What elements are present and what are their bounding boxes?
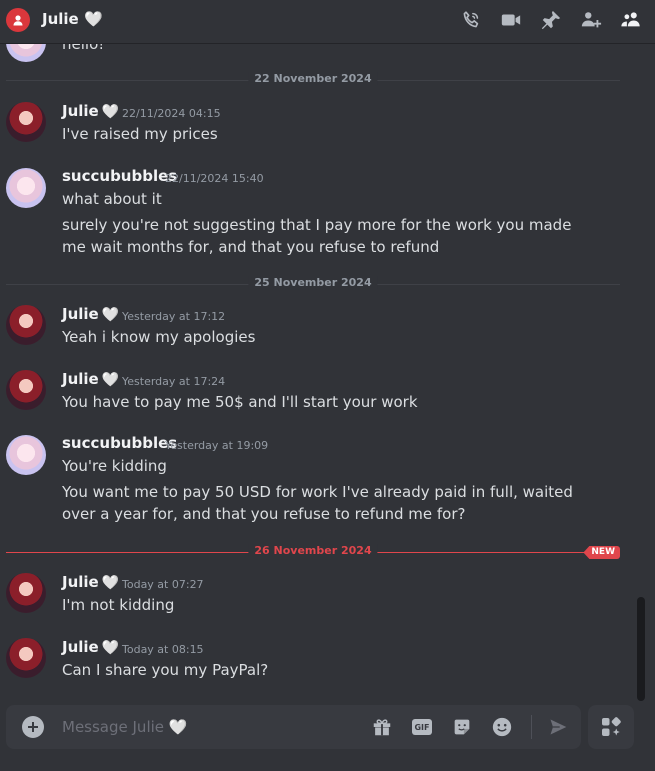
message-text: I've raised my prices xyxy=(62,125,218,143)
message-input[interactable] xyxy=(62,717,352,737)
apps-icon[interactable] xyxy=(588,705,634,749)
heart-emoji: 🤍 xyxy=(101,575,120,591)
avatar[interactable] xyxy=(6,102,46,142)
message-timestamp[interactable]: Today at 08:15 xyxy=(122,643,204,656)
message-list[interactable]: hello! 22 November 2024 Julie 🤍 22/11/202… xyxy=(0,44,634,700)
avatar[interactable] xyxy=(6,638,46,678)
start-voice-call-icon[interactable] xyxy=(459,8,483,32)
message-timestamp[interactable]: Yesterday at 17:12 xyxy=(122,310,225,323)
send-icon[interactable] xyxy=(546,715,570,739)
gift-icon[interactable] xyxy=(370,715,394,739)
date-divider: 25 November 2024 xyxy=(6,276,620,289)
message-author[interactable]: Julie 🤍 xyxy=(62,305,119,323)
add-friends-to-dm-icon[interactable] xyxy=(579,8,603,32)
date-divider-label: 22 November 2024 xyxy=(248,72,378,85)
gif-icon[interactable]: GIF xyxy=(410,715,434,739)
gif-label: GIF xyxy=(412,719,432,735)
new-badge: NEW xyxy=(583,546,620,559)
message-timestamp[interactable]: Yesterday at 17:24 xyxy=(122,375,225,388)
avatar[interactable] xyxy=(6,44,46,62)
message-composer: GIF xyxy=(6,705,581,749)
message-author[interactable]: Julie 🤍 xyxy=(62,638,119,656)
message-text: You want me to pay 50 USD for work I've … xyxy=(62,483,573,523)
avatar[interactable] xyxy=(6,305,46,345)
heart-emoji: 🤍 xyxy=(101,307,120,323)
upload-plus-icon[interactable] xyxy=(22,716,44,738)
start-video-call-icon[interactable] xyxy=(499,8,523,32)
message-timestamp[interactable]: 22/11/2024 15:40 xyxy=(165,172,264,185)
dm-header: Julie 🤍 xyxy=(0,0,655,44)
message-text: Can I share you my PayPal? xyxy=(62,661,269,679)
message-text: You're kidding xyxy=(62,457,167,475)
heart-emoji: 🤍 xyxy=(101,104,120,120)
message-timestamp[interactable]: Today at 07:27 xyxy=(122,578,204,591)
avatar[interactable] xyxy=(6,370,46,410)
message-timestamp[interactable]: Yesterday at 19:09 xyxy=(165,439,268,452)
message-author[interactable]: Julie 🤍 xyxy=(62,102,119,120)
message-author[interactable]: succububbles xyxy=(62,434,177,452)
emoji-icon[interactable] xyxy=(490,715,514,739)
date-divider-label: 25 November 2024 xyxy=(248,276,378,289)
user-profile-icon[interactable] xyxy=(619,8,643,32)
heart-emoji: 🤍 xyxy=(101,372,120,388)
pinned-messages-icon[interactable] xyxy=(539,8,563,32)
avatar[interactable] xyxy=(6,168,46,208)
message-text: You have to pay me 50$ and I'll start yo… xyxy=(62,393,418,411)
date-divider-label: 26 November 2024 xyxy=(248,544,378,557)
avatar[interactable] xyxy=(6,435,46,475)
message-author[interactable]: Julie 🤍 xyxy=(62,573,119,591)
scrollbar-thumb[interactable] xyxy=(637,597,645,701)
sticker-icon[interactable] xyxy=(450,715,474,739)
message-text: surely you're not suggesting that I pay … xyxy=(62,216,572,256)
avatar[interactable] xyxy=(6,573,46,613)
dm-user-icon[interactable] xyxy=(6,8,30,32)
message-author[interactable]: Julie 🤍 xyxy=(62,370,119,388)
message-text: Yeah i know my apologies xyxy=(62,328,256,346)
message-text: I'm not kidding xyxy=(62,596,175,614)
message-text: what about it xyxy=(62,190,162,208)
message-timestamp[interactable]: 22/11/2024 04:15 xyxy=(122,107,221,120)
message-author[interactable]: succububbles xyxy=(62,167,177,185)
heart-emoji: 🤍 xyxy=(101,640,120,656)
message-text: hello! xyxy=(62,44,105,53)
date-divider: 22 November 2024 xyxy=(6,72,620,85)
new-messages-divider: 26 November 2024 NEW xyxy=(6,544,620,559)
dm-title[interactable]: Julie 🤍 xyxy=(42,10,103,28)
composer-separator xyxy=(531,715,532,739)
